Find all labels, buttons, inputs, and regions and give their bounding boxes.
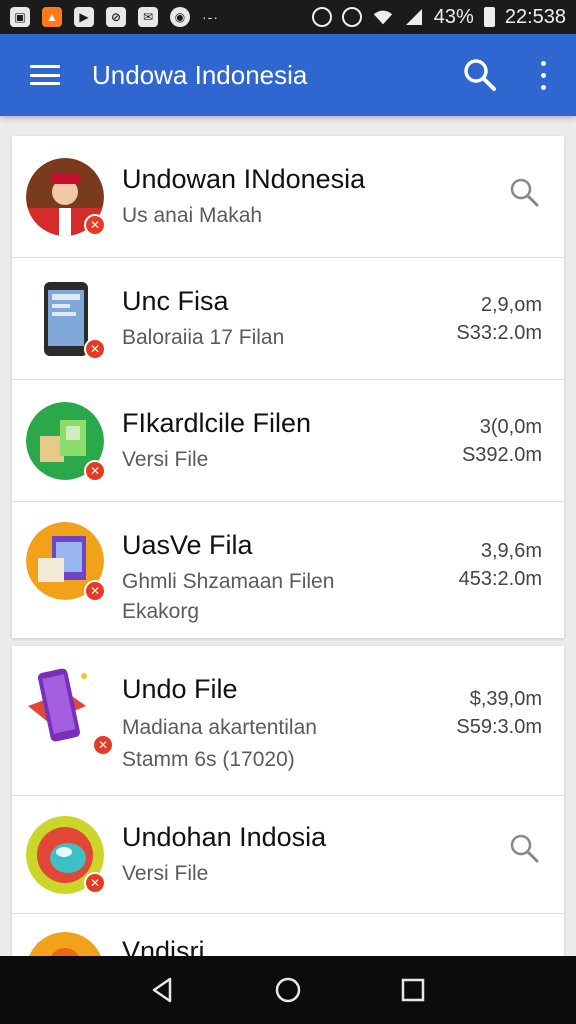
search-icon[interactable] [462, 57, 498, 93]
search-icon[interactable] [508, 176, 540, 208]
home-icon[interactable] [273, 975, 303, 1005]
badge-icon: ✕ [92, 734, 114, 756]
menu-icon[interactable] [30, 65, 60, 85]
item-title: FIkardlcile Filen [122, 408, 312, 438]
wifi-icon [373, 10, 392, 25]
list-item[interactable]: ✕ Undo File Madiana akartentilan Stamm 6… [12, 646, 564, 796]
battery-icon [483, 7, 495, 27]
app-icon: ▲ [42, 7, 62, 27]
more-options-icon[interactable] [536, 57, 550, 93]
item-size-secondary: S392.0m [461, 444, 542, 466]
item-subtitle: Us anai Makah [122, 204, 263, 227]
item-size-secondary: S33:2.0m [456, 322, 542, 344]
item-size: 3(0,0m [479, 416, 542, 438]
list-item[interactable]: ✕ FIkardlcile Filen Versi File 3(0,0m S3… [12, 380, 564, 502]
messenger-icon: ◉ [170, 7, 190, 27]
list-item[interactable]: ✕ Undowan INdonesia Us anai Makah [12, 136, 564, 258]
badge-icon: ✕ [84, 338, 106, 360]
badge-icon: ✕ [84, 580, 106, 602]
item-size: $,39,0m [469, 688, 542, 710]
sync-icon [311, 7, 332, 27]
search-icon[interactable] [508, 832, 540, 864]
app-title: Undowa Indonesia [92, 59, 308, 90]
item-subtitle: Baloraiia 17 Filan [122, 326, 285, 349]
back-icon[interactable] [148, 975, 178, 1005]
item-subtitle: Versi File [122, 448, 209, 471]
item-size-secondary: S59:3.0m [456, 716, 542, 738]
list-item[interactable]: ✕ Undohan Indosia Versi File [12, 796, 564, 914]
gallery-icon: ⊘ [106, 7, 126, 27]
status-dots: ·-· [202, 9, 219, 25]
item-subtitle: Versi File [122, 862, 209, 885]
list-item[interactable]: ✕ UasVe Fila Ghmli Shzamaan Filen Ekakor… [12, 502, 564, 638]
signal-icon [405, 9, 422, 25]
battery-percent: 43% [433, 5, 474, 28]
item-subtitle: Ghmli Shzamaan Filen [122, 570, 335, 593]
phone-purple-avatar [28, 668, 87, 742]
youtube-icon: ▶ [74, 7, 94, 27]
clock: 22:538 [504, 5, 566, 28]
image-icon: ▣ [10, 7, 30, 27]
item-title: Undo File [122, 674, 238, 704]
recents-icon[interactable] [398, 975, 428, 1005]
badge-icon: ✕ [84, 872, 106, 894]
item-title: Undowan INdonesia [122, 164, 366, 194]
item-title: Undohan Indosia [122, 822, 327, 852]
alarm-icon [341, 7, 362, 27]
item-subtitle-2: Ekakorg [122, 600, 200, 623]
badge-icon: ✕ [84, 214, 106, 236]
status-bar: ▣ ▲ ▶ ⊘ ✉ ◉ ·-· 43% 22:538 [0, 0, 576, 34]
item-title: UasVe Fila [122, 530, 253, 560]
navigation-bar [0, 956, 576, 1024]
notification-icons: ▣ ▲ ▶ ⊘ ✉ ◉ ·-· [10, 7, 219, 27]
badge-icon: ✕ [84, 460, 106, 482]
item-title: Unc Fisa [122, 286, 229, 316]
mail-icon: ✉ [138, 7, 158, 27]
file-list-card: ✕ Undowan INdonesia Us anai Makah ✕ Unc … [12, 136, 564, 638]
item-size-secondary: 453:2.0m [458, 568, 542, 590]
app-bar: Undowa Indonesia [0, 34, 576, 116]
file-list-card-2: ✕ Undo File Madiana akartentilan Stamm 6… [12, 646, 564, 976]
item-size: 2,9,om [480, 294, 542, 316]
item-subtitle-2: Stamm 6s (17020) [122, 748, 295, 771]
list-item[interactable]: ✕ Unc Fisa Baloraiia 17 Filan 2,9,om S33… [12, 258, 564, 380]
item-size: 3,9,6m [480, 540, 542, 562]
item-subtitle: Madiana akartentilan [122, 716, 317, 739]
